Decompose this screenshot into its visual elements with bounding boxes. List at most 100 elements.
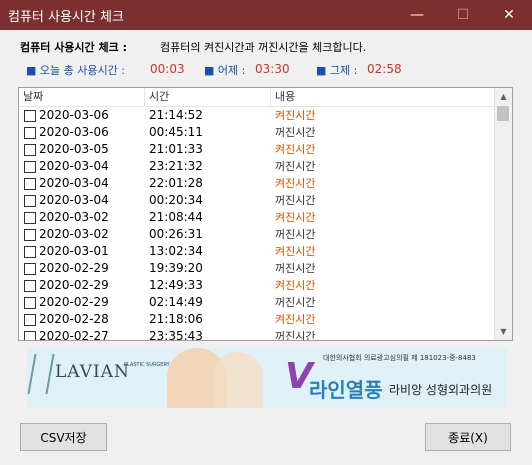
table-row[interactable]: 2020-03-02 00:26:31 꺼진시간 <box>19 226 495 243</box>
table-row[interactable]: 2020-03-04 23:21:32 꺼진시간 <box>19 158 495 175</box>
cell-time: 00:20:34 <box>149 193 203 207</box>
cell-date: 2020-02-28 <box>39 312 109 326</box>
maximize-button[interactable]: ☐ <box>440 0 486 30</box>
table-row[interactable]: 2020-02-29 19:39:20 꺼진시간 <box>19 260 495 277</box>
cell-date: 2020-02-29 <box>39 295 109 309</box>
table-row[interactable]: 2020-03-06 21:14:52 켜진시간 <box>19 107 495 124</box>
row-checkbox[interactable] <box>24 195 36 207</box>
cell-content: 켜진시간 <box>275 109 316 122</box>
column-header-date[interactable]: 날짜 <box>19 88 145 106</box>
scroll-down-icon[interactable]: ▼ <box>495 323 512 340</box>
cell-date: 2020-03-06 <box>39 125 109 139</box>
cell-date: 2020-03-06 <box>39 108 109 122</box>
scroll-thumb[interactable] <box>497 106 509 121</box>
vertical-scrollbar[interactable]: ▲ ▼ <box>494 88 512 340</box>
cell-date: 2020-03-04 <box>39 193 109 207</box>
cell-date: 2020-03-04 <box>39 159 109 173</box>
close-button[interactable]: ✕ <box>486 0 532 30</box>
row-checkbox[interactable] <box>24 229 36 241</box>
title-bar: 컴퓨터 사용시간 체크 — ☐ ✕ <box>0 0 532 30</box>
list-header: 날짜 시간 내용 <box>19 88 495 107</box>
stat-yesterday-value-wrap: 03:30 <box>255 62 290 76</box>
minimize-button[interactable]: — <box>394 0 440 30</box>
row-checkbox[interactable] <box>24 331 36 340</box>
stat-today: ■ 오늘 총 사용시간 : <box>26 62 125 78</box>
stat-daybefore-value-wrap: 02:58 <box>367 62 402 76</box>
stat-today-value: 00:03 <box>150 62 185 76</box>
bullet-icon: ■ <box>26 64 37 77</box>
cell-content: 켜진시간 <box>275 211 316 224</box>
header-label-text: 컴퓨터 사용시간 체크 : <box>20 41 127 54</box>
stat-today-value-wrap: 00:03 <box>150 62 185 76</box>
cell-time: 23:21:32 <box>149 159 203 173</box>
header-description: 컴퓨터의 켜진시간과 꺼진시간을 체크합니다. <box>160 41 367 54</box>
table-row[interactable]: 2020-03-06 00:45:11 꺼진시간 <box>19 124 495 141</box>
table-row[interactable]: 2020-02-28 21:18:06 켜진시간 <box>19 311 495 328</box>
usage-list[interactable]: 날짜 시간 내용 2020-03-06 21:14:52 켜진시간 2020-03-0… <box>18 87 513 341</box>
cell-content: 켜진시간 <box>275 177 316 190</box>
table-row[interactable]: 2020-03-02 21:08:44 켜진시간 <box>19 209 495 226</box>
cell-date: 2020-03-05 <box>39 142 109 156</box>
cell-content: 켜진시간 <box>275 279 316 292</box>
bullet-icon: ■ <box>316 64 327 77</box>
table-row[interactable]: 2020-02-27 23:35:43 꺼진시간 <box>19 328 495 341</box>
cell-date: 2020-03-04 <box>39 176 109 190</box>
cell-time: 21:01:33 <box>149 142 203 156</box>
table-row[interactable]: 2020-03-04 00:20:34 꺼진시간 <box>19 192 495 209</box>
cell-content: 꺼진시간 <box>275 330 316 341</box>
stat-today-label: 오늘 총 사용시간 : <box>39 64 125 77</box>
column-header-content[interactable]: 내용 <box>271 88 495 106</box>
cell-content: 꺼진시간 <box>275 126 316 139</box>
cell-time: 02:14:49 <box>149 295 203 309</box>
brand-logo-icon <box>27 354 55 394</box>
csv-save-button[interactable]: CSV저장 <box>20 423 107 451</box>
row-checkbox[interactable] <box>24 246 36 258</box>
stat-daybefore-value: 02:58 <box>367 62 402 76</box>
cell-date: 2020-02-29 <box>39 278 109 292</box>
table-row[interactable]: 2020-03-04 22:01:28 켜진시간 <box>19 175 495 192</box>
model-image-secondary <box>213 352 263 408</box>
table-row[interactable]: 2020-02-29 12:49:33 켜진시간 <box>19 277 495 294</box>
cell-date: 2020-03-02 <box>39 227 109 241</box>
cell-time: 22:01:28 <box>149 176 203 190</box>
cell-time: 21:18:06 <box>149 312 203 326</box>
scroll-up-icon[interactable]: ▲ <box>495 88 512 105</box>
stat-daybefore: ■ 그제 : <box>316 62 357 78</box>
table-row[interactable]: 2020-02-29 02:14:49 꺼진시간 <box>19 294 495 311</box>
cell-time: 00:45:11 <box>149 125 203 139</box>
cell-content: 꺼진시간 <box>275 262 316 275</box>
row-checkbox[interactable] <box>24 127 36 139</box>
row-checkbox[interactable] <box>24 178 36 190</box>
cell-content: 꺼진시간 <box>275 194 316 207</box>
row-checkbox[interactable] <box>24 212 36 224</box>
cell-date: 2020-03-02 <box>39 210 109 224</box>
row-checkbox[interactable] <box>24 280 36 292</box>
banner-clinic: 라비앙 성형외과의원 <box>389 383 493 397</box>
bullet-icon: ■ <box>204 64 215 77</box>
row-checkbox[interactable] <box>24 110 36 122</box>
table-row[interactable]: 2020-03-05 21:01:33 켜진시간 <box>19 141 495 158</box>
cell-date: 2020-03-01 <box>39 244 109 258</box>
cell-content: 꺼진시간 <box>275 228 316 241</box>
window-title: 컴퓨터 사용시간 체크 <box>8 10 124 25</box>
cell-content: 켜진시간 <box>275 313 316 326</box>
banner-brand: LAVIAN <box>55 362 130 382</box>
row-checkbox[interactable] <box>24 314 36 326</box>
stat-yesterday: ■ 어제 : <box>204 62 245 78</box>
row-checkbox[interactable] <box>24 263 36 275</box>
cell-time: 00:26:31 <box>149 227 203 241</box>
cell-date: 2020-02-29 <box>39 261 109 275</box>
table-row[interactable]: 2020-03-01 13:02:34 켜진시간 <box>19 243 495 260</box>
cell-content: 켜진시간 <box>275 143 316 156</box>
row-checkbox[interactable] <box>24 297 36 309</box>
cell-time: 19:39:20 <box>149 261 203 275</box>
banner-brand-sub: PLASTIC SURGERY <box>124 362 170 368</box>
ad-banner[interactable]: LAVIAN PLASTIC SURGERY 대한의사협회 의료광고심의필 제 … <box>27 348 507 408</box>
cell-content: 켜진시간 <box>275 245 316 258</box>
row-checkbox[interactable] <box>24 144 36 156</box>
row-checkbox[interactable] <box>24 161 36 173</box>
exit-button[interactable]: 종료(X) <box>425 423 511 451</box>
header-label: 컴퓨터 사용시간 체크 : <box>20 39 127 55</box>
banner-notice: 대한의사협회 의료광고심의필 제 181023-중-8483 <box>323 354 476 362</box>
column-header-time[interactable]: 시간 <box>145 88 271 106</box>
